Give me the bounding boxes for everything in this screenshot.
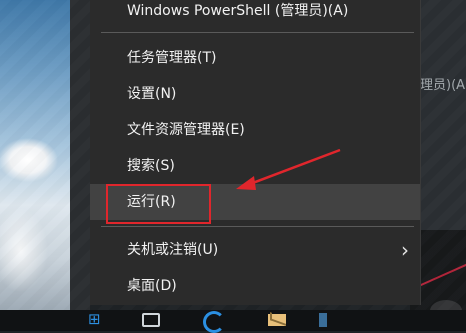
annotation-arrow-icon (236, 148, 341, 190)
